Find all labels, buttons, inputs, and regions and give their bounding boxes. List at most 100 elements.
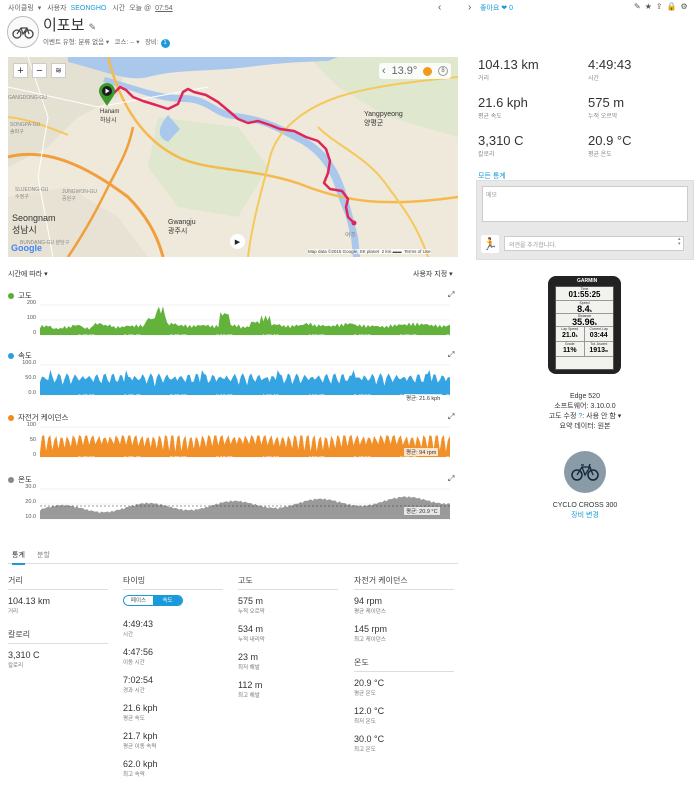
- stat-item: 4:47:56 이동 시간: [123, 647, 228, 666]
- stat-label: 최저 온도: [354, 719, 376, 725]
- bike-gear-icon[interactable]: [564, 451, 606, 493]
- graph-tick: 200: [26, 300, 36, 306]
- change-gear-link[interactable]: 장비 변경: [520, 511, 650, 521]
- zoom-out-button[interactable]: −: [32, 63, 47, 78]
- stat-label: 평균 이동 속력: [123, 744, 157, 750]
- expand-icon[interactable]: ⤢: [448, 350, 454, 360]
- google-logo: Google: [11, 243, 42, 253]
- start-marker-icon[interactable]: [98, 83, 116, 107]
- graph-x-label: 4:09:10: [262, 456, 279, 462]
- stat-item: 23 m 최저 해발: [238, 652, 343, 671]
- graph-3[interactable]: 온도 ⤢ 30.0 20.0 10.0 평균: 20.9 °C: [8, 474, 458, 530]
- graph-custom-select[interactable]: 사용자 지정 ▾: [413, 269, 453, 279]
- graph-plot[interactable]: [40, 362, 450, 400]
- route-map[interactable]: Hanam 하남시 SONGPA-GU 송파구 GANGDONG-GU SUJEON…: [8, 57, 458, 257]
- graph-x-label: 6:38:40: [400, 456, 417, 462]
- stats-group-elevation: 고도 575 m 누적 오르막 534 m 누적 내리막 23 m 최저 해발 112 m 최고…: [238, 575, 343, 699]
- graph-tick: 20.0: [25, 499, 36, 505]
- chevron-down-icon: ▾: [37, 5, 42, 12]
- pencil-icon[interactable]: ✎: [89, 22, 97, 32]
- notes-textarea[interactable]: 메모: [482, 186, 688, 222]
- device-info: Edge 520 소프트웨어: 3.10.0.0 고도 수정 ?: 사용 안 함…: [500, 392, 670, 432]
- stats-group-title: 온도: [354, 657, 454, 672]
- graph-custom-label: 사용자 지정: [413, 271, 448, 278]
- graph-tick: 100.0: [22, 360, 36, 366]
- stat-label: 최고 케이던스: [354, 637, 386, 643]
- stat-item: 12.0 °C 최저 온도: [354, 706, 459, 725]
- like-label: 좋아요: [480, 5, 500, 12]
- equipment-count-badge[interactable]: 1: [160, 39, 170, 48]
- expand-icon[interactable]: ⤢: [448, 474, 454, 484]
- course-select[interactable]: 코스: -- ▾: [115, 39, 140, 46]
- gear-icon[interactable]: ⚙: [681, 2, 692, 11]
- lock-icon[interactable]: 🔒: [667, 2, 681, 11]
- expand-icon[interactable]: ⤢: [448, 412, 454, 422]
- like-button[interactable]: 좋아요 ❤ 0: [480, 3, 513, 13]
- map-label-gangdong: GANGDONG-GU: [8, 95, 47, 101]
- graph-x-mode-select[interactable]: 시간에 따라 ▾: [8, 269, 48, 279]
- edit-icon[interactable]: ✎: [634, 2, 645, 11]
- graph-tick: 10.0: [25, 514, 36, 520]
- graph-plot[interactable]: [40, 424, 450, 462]
- event-type-label: 이벤트 유형: 분류 없음: [43, 39, 105, 46]
- chevron-left-icon[interactable]: ‹: [382, 65, 386, 77]
- stats-group-title: 고도: [238, 575, 338, 590]
- elevation-correction: 고도 수정 ?: 사용 안 함 ▾: [548, 413, 622, 420]
- user-link[interactable]: SEONGHO: [71, 5, 107, 12]
- stat-item: 4:49:43 시간: [123, 619, 228, 638]
- graph-x-label: 1:39:40: [124, 456, 141, 462]
- graph-x-label: 4:59:00: [308, 334, 325, 340]
- expand-icon[interactable]: ⤢: [448, 290, 454, 300]
- toggle-pace[interactable]: 페이스: [124, 596, 153, 605]
- layers-icon[interactable]: ≋: [51, 63, 66, 78]
- device-field: Grade 11%: [556, 342, 585, 357]
- stat-value: 30.0 °C: [354, 734, 385, 744]
- toggle-speed[interactable]: 속도: [153, 596, 182, 605]
- star-icon[interactable]: ★: [645, 2, 656, 11]
- stat-item: 21.7 kph 평균 이동 속력: [123, 731, 228, 750]
- prev-activity-icon[interactable]: ‹: [438, 2, 441, 13]
- graph-series: [40, 370, 450, 395]
- weather-widget[interactable]: ‹ 13.9° 8: [379, 63, 451, 79]
- map-scale: 2 km: [381, 249, 392, 254]
- activity-title[interactable]: 이포보 ✎: [43, 14, 96, 35]
- graph-0[interactable]: 고도 ⤢ 200 100 0 0:49:50 1:39:40 2:29:30 3:19:20 4:…: [8, 290, 463, 346]
- graph-plot[interactable]: [40, 302, 450, 340]
- graph-2[interactable]: 자전거 케이던스 ⤢ 100 50 0 0:49:50 1:39:40 2:29:30 3:19…: [8, 412, 463, 468]
- device-field-unit: k: [589, 308, 592, 313]
- comment-input[interactable]: 의견을 추가합니다.: [504, 236, 684, 251]
- map-attribution: Map data ©2015 Google, SK planet 2 km ▬▬…: [308, 249, 431, 254]
- share-icon[interactable]: ⇪: [656, 2, 667, 11]
- device-field: Time 01:55:25: [556, 287, 613, 301]
- graph-x-label: 6:38:40: [400, 334, 417, 340]
- map-label-sujeong: SUJEONG-GU 수정구: [15, 187, 48, 200]
- tab-splits[interactable]: 분할: [37, 550, 50, 560]
- breadcrumb-sport[interactable]: 사이클링: [8, 5, 34, 12]
- graph-1[interactable]: 속도 ⤢ 100.0 50.0 0.0 0:49:50 1:39:40 2:29:30 3:19…: [8, 350, 463, 406]
- device-field-value: 01:55:25: [556, 291, 613, 300]
- graph-tick: 0: [32, 452, 36, 458]
- device-field: Lap Speed 21.0k: [556, 327, 585, 342]
- graph-average-label: 평균: 20.9 °C: [404, 507, 440, 515]
- terms-link[interactable]: Terms of Use: [404, 249, 431, 254]
- stat-item: 30.0 °C 최고 온도: [354, 734, 459, 753]
- elevation-correction-value[interactable]: 사용 안 함: [586, 413, 616, 420]
- bike-info: CYCLO CROSS 300 장비 변경: [520, 501, 650, 521]
- help-icon[interactable]: ?: [578, 413, 582, 420]
- event-type-select[interactable]: 이벤트 유형: 분류 없음 ▾: [43, 39, 109, 46]
- zoom-in-button[interactable]: +: [13, 63, 28, 78]
- wind-icon: 8: [438, 66, 449, 76]
- breadcrumb: 사이클링 ▾ 사용자 SEONGHO 시간 오늘 @07:54: [8, 3, 177, 13]
- next-activity-icon[interactable]: ›: [468, 2, 471, 13]
- stat-value: 534 m: [238, 624, 264, 634]
- stat-value: 104.13 km: [8, 596, 51, 606]
- device-field-unit: k: [575, 334, 578, 338]
- summary-label: 누적 오르막: [588, 114, 618, 120]
- comment-scroll-icon[interactable]: ▴ ▾: [678, 237, 681, 247]
- graph-plot[interactable]: [40, 486, 450, 524]
- tab-stats[interactable]: 통계: [12, 550, 25, 565]
- graph-title: 자전거 케이던스: [8, 412, 458, 423]
- summary-value: 21.6 kph: [478, 95, 528, 110]
- stat-value: 145 rpm: [354, 624, 388, 634]
- play-route-button[interactable]: ▶: [230, 234, 245, 249]
